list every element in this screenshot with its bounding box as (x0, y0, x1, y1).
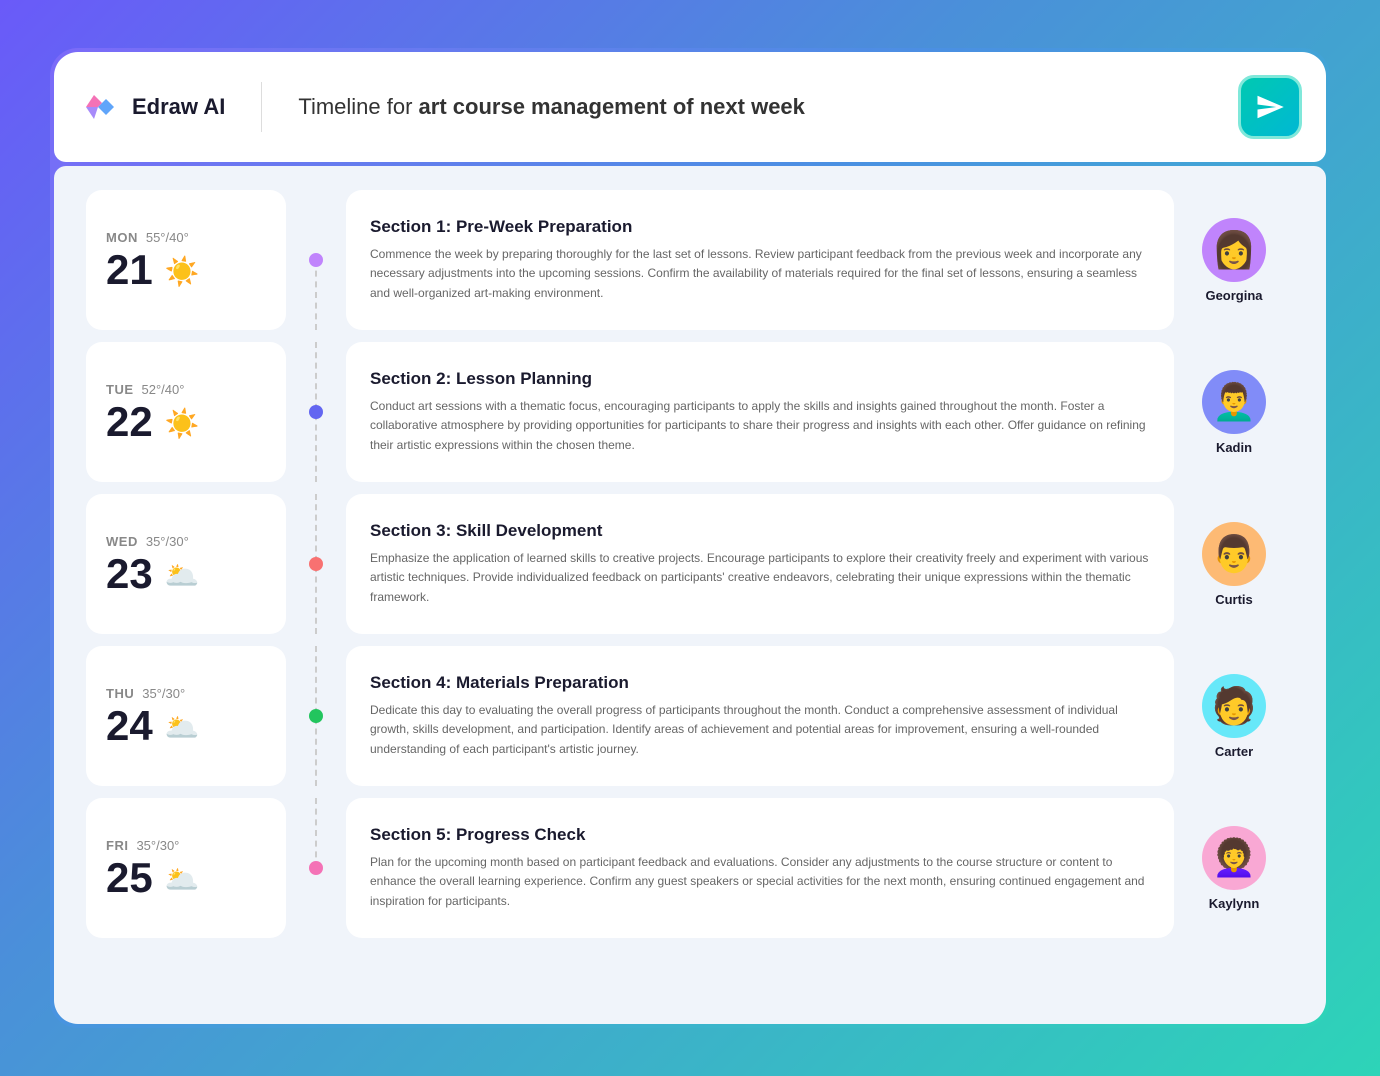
day-top: THU 35°/30° (106, 686, 266, 701)
person-name: Georgina (1205, 288, 1262, 303)
timeline-row: TUE 52°/40° 22 ☀️ Section 2: Lesson Plan… (86, 342, 1294, 482)
day-top: TUE 52°/40° (106, 382, 266, 397)
title-bold: art course management of next week (419, 94, 805, 119)
header-divider (261, 82, 262, 132)
section-text: Plan for the upcoming month based on par… (370, 853, 1150, 911)
person-area: 👨 Curtis (1174, 494, 1294, 634)
edraw-logo-icon (78, 85, 122, 129)
main-content: MON 55°/40° 21 ☀️ Section 1: Pre-Week Pr… (54, 166, 1326, 1024)
logo-area: Edraw AI (78, 85, 225, 129)
timeline-connector (286, 190, 346, 330)
logo-text: Edraw AI (132, 94, 225, 120)
person-area: 👨‍🦱 Kadin (1174, 342, 1294, 482)
section-text: Dedicate this day to evaluating the over… (370, 701, 1150, 759)
day-number: 25 (106, 857, 153, 899)
day-number: 23 (106, 553, 153, 595)
day-temp: 52°/40° (142, 382, 185, 397)
section-text: Emphasize the application of learned ski… (370, 549, 1150, 607)
day-number: 21 (106, 249, 153, 291)
weather-icon: ☀️ (165, 255, 200, 288)
section-text: Commence the week by preparing thoroughl… (370, 245, 1150, 303)
day-label: WED (106, 534, 138, 549)
day-card: FRI 35°/30° 25 🌥️ (86, 798, 286, 938)
day-card: MON 55°/40° 21 ☀️ (86, 190, 286, 330)
outer-card: Edraw AI Timeline for art course managem… (50, 48, 1330, 1028)
connector-line (315, 798, 317, 868)
section-card: Section 2: Lesson Planning Conduct art s… (346, 342, 1174, 482)
section-title: Section 3: Skill Development (370, 521, 1150, 541)
send-button[interactable] (1238, 75, 1302, 139)
day-card: TUE 52°/40° 22 ☀️ (86, 342, 286, 482)
timeline-connector (286, 494, 346, 634)
avatar: 👨 (1202, 522, 1266, 586)
person-area: 👩‍🦱 Kaylynn (1174, 798, 1294, 938)
day-temp: 35°/30° (136, 838, 179, 853)
day-temp: 35°/30° (146, 534, 189, 549)
title-prefix: Timeline for (298, 94, 418, 119)
weather-icon: 🌥️ (165, 711, 200, 744)
timeline-row: FRI 35°/30° 25 🌥️ Section 5: Progress Ch… (86, 798, 1294, 938)
weather-icon: ☀️ (165, 407, 200, 440)
section-card: Section 1: Pre-Week Preparation Commence… (346, 190, 1174, 330)
connector-dot (309, 709, 323, 723)
day-temp: 35°/30° (142, 686, 185, 701)
connector-line (315, 260, 317, 330)
person-area: 🧑 Carter (1174, 646, 1294, 786)
day-temp: 55°/40° (146, 230, 189, 245)
avatar: 🧑 (1202, 674, 1266, 738)
section-text: Conduct art sessions with a thematic foc… (370, 397, 1150, 455)
timeline-row: MON 55°/40° 21 ☀️ Section 1: Pre-Week Pr… (86, 190, 1294, 330)
day-top: WED 35°/30° (106, 534, 266, 549)
person-name: Curtis (1215, 592, 1253, 607)
section-card: Section 5: Progress Check Plan for the u… (346, 798, 1174, 938)
section-title: Section 4: Materials Preparation (370, 673, 1150, 693)
day-label: FRI (106, 838, 128, 853)
avatar: 👩 (1202, 218, 1266, 282)
day-label: TUE (106, 382, 134, 397)
day-card: THU 35°/30° 24 🌥️ (86, 646, 286, 786)
section-card: Section 3: Skill Development Emphasize t… (346, 494, 1174, 634)
connector-dot (309, 253, 323, 267)
header: Edraw AI Timeline for art course managem… (54, 52, 1326, 162)
section-title: Section 5: Progress Check (370, 825, 1150, 845)
avatar: 👨‍🦱 (1202, 370, 1266, 434)
connector-dot (309, 861, 323, 875)
day-top: FRI 35°/30° (106, 838, 266, 853)
weather-icon: 🌥️ (165, 863, 200, 896)
connector-dot (309, 557, 323, 571)
timeline-connector (286, 798, 346, 938)
connector-dot (309, 405, 323, 419)
day-label: MON (106, 230, 138, 245)
section-card: Section 4: Materials Preparation Dedicat… (346, 646, 1174, 786)
header-title: Timeline for art course management of ne… (298, 94, 805, 120)
person-area: 👩 Georgina (1174, 190, 1294, 330)
day-card: WED 35°/30° 23 🌥️ (86, 494, 286, 634)
day-number: 22 (106, 401, 153, 443)
avatar: 👩‍🦱 (1202, 826, 1266, 890)
timeline-connector (286, 646, 346, 786)
timeline-row: WED 35°/30° 23 🌥️ Section 3: Skill Devel… (86, 494, 1294, 634)
weather-icon: 🌥️ (165, 559, 200, 592)
section-title: Section 1: Pre-Week Preparation (370, 217, 1150, 237)
day-label: THU (106, 686, 134, 701)
person-name: Carter (1215, 744, 1253, 759)
person-name: Kadin (1216, 440, 1252, 455)
send-icon (1255, 92, 1285, 122)
day-number: 24 (106, 705, 153, 747)
day-top: MON 55°/40° (106, 230, 266, 245)
section-title: Section 2: Lesson Planning (370, 369, 1150, 389)
timeline-row: THU 35°/30° 24 🌥️ Section 4: Materials P… (86, 646, 1294, 786)
timeline-connector (286, 342, 346, 482)
person-name: Kaylynn (1209, 896, 1260, 911)
